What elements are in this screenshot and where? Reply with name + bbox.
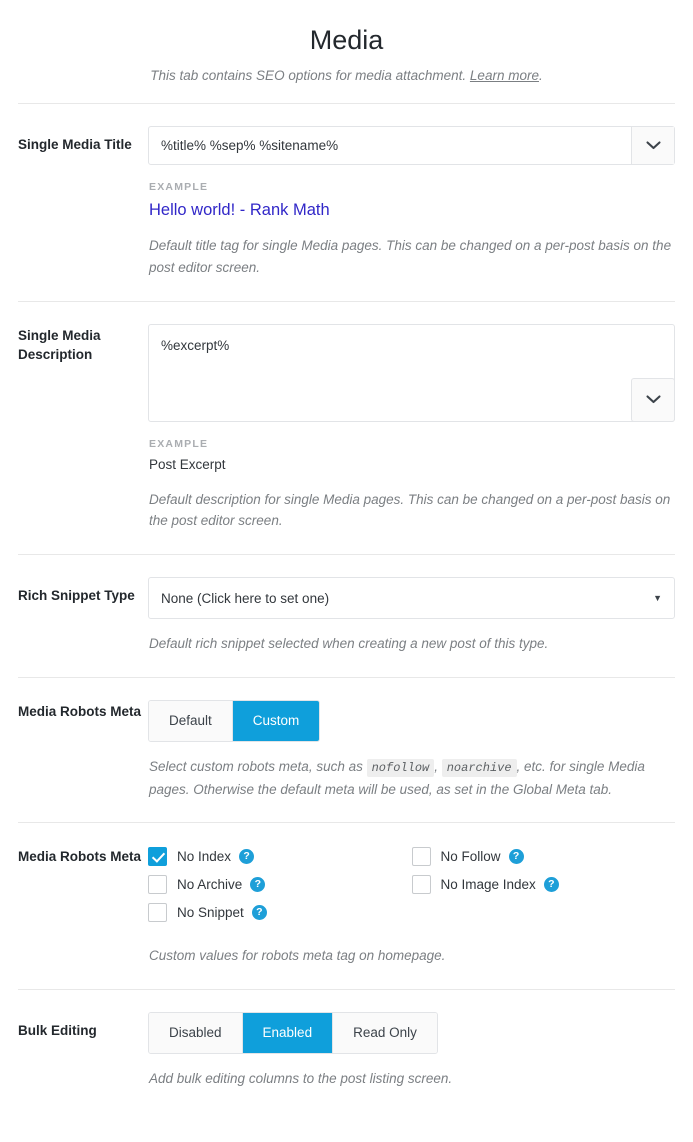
checkbox-column-right: No Follow ? No Image Index ? — [411, 847, 676, 931]
single-media-description-input-wrap: %excerpt% — [148, 323, 675, 422]
robots-meta-checkbox-grid: No Index ? No Archive ? No Snippet ? No … — [148, 845, 675, 931]
question-mark-icon[interactable]: ? — [251, 905, 267, 921]
page-description-suffix: . — [538, 68, 543, 84]
question-mark-icon[interactable]: ? — [508, 849, 524, 865]
rich-snippet-type-select[interactable]: None (Click here to set one) ▼ — [148, 577, 675, 620]
checkbox-label-no-index: No Index — [177, 849, 232, 865]
checkbox-label-no-follow: No Follow — [440, 849, 501, 865]
page-description-text: This tab contains SEO options for media … — [150, 68, 470, 84]
single-media-title-label: Single Media Title — [18, 136, 132, 152]
single-media-description-input[interactable]: %excerpt% — [149, 324, 674, 421]
toggle-option-enabled[interactable]: Enabled — [242, 1013, 334, 1054]
code-noarchive: noarchive — [441, 759, 517, 778]
checkbox-no-follow[interactable] — [411, 847, 431, 867]
checkbox-no-snippet[interactable] — [148, 903, 167, 923]
example-label: EXAMPLE — [149, 180, 209, 193]
question-mark-icon[interactable]: ? — [239, 849, 255, 865]
chevron-down-icon[interactable] — [631, 377, 675, 422]
bulk-editing-toggle-group: Disabled Enabled Read Only — [148, 1012, 438, 1055]
example-label: EXAMPLE — [149, 437, 209, 450]
media-robots-meta-checkboxes-field: No Index ? No Archive ? No Snippet ? No … — [148, 845, 675, 967]
checkbox-label-no-image-index: No Image Index — [440, 877, 536, 893]
toggle-option-custom[interactable]: Custom — [232, 701, 320, 742]
row-media-robots-meta-checkboxes: Media Robots Meta No Index ? No Archive … — [18, 822, 675, 989]
rich-snippet-type-value: None (Click here to set one) — [161, 590, 330, 606]
help-text-part-1: Select custom robots meta, such as — [149, 759, 367, 775]
checkbox-no-index[interactable] — [148, 847, 167, 867]
row-rich-snippet-type: Rich Snippet Type None (Click here to se… — [18, 554, 675, 677]
row-media-robots-meta-toggle: Media Robots Meta Default Custom Select … — [18, 677, 675, 822]
page-header: Media This tab contains SEO options for … — [0, 0, 693, 103]
code-nofollow: nofollow — [366, 759, 435, 778]
single-media-title-input-wrap — [148, 125, 675, 165]
single-media-description-help: Default description for single Media pag… — [149, 491, 671, 529]
checkbox-label-no-snippet: No Snippet — [177, 905, 244, 921]
page-description: This tab contains SEO options for media … — [18, 66, 675, 86]
media-robots-meta-toggle-help: Select custom robots meta, such as nofol… — [149, 756, 674, 800]
checkbox-item-no-image-index: No Image Index ? — [411, 875, 676, 895]
checkbox-item-no-index: No Index ? — [148, 847, 412, 867]
question-mark-icon[interactable]: ? — [250, 877, 266, 893]
chevron-down-icon: ▼ — [653, 592, 662, 603]
toggle-option-default[interactable]: Default — [149, 701, 233, 742]
single-media-title-help: Default title tag for single Media pages… — [149, 237, 672, 275]
rich-snippet-type-label: Rich Snippet Type — [18, 588, 135, 604]
checkbox-column-left: No Index ? No Archive ? No Snippet ? — [148, 847, 412, 931]
chevron-down-icon[interactable] — [631, 126, 674, 164]
bulk-editing-help: Add bulk editing columns to the post lis… — [149, 1071, 453, 1087]
single-media-title-input[interactable] — [149, 126, 631, 164]
media-settings-page: Media This tab contains SEO options for … — [0, 0, 693, 1142]
single-media-description-field: %excerpt% EXAMPLE Post Excerpt Default d… — [148, 323, 675, 533]
media-robots-meta-checkboxes-help: Custom values for robots meta tag on hom… — [149, 948, 446, 964]
question-mark-icon[interactable]: ? — [543, 877, 559, 893]
row-single-media-description: Single Media Description %excerpt% EXAMP… — [18, 300, 675, 555]
toggle-option-read-only[interactable]: Read Only — [333, 1013, 437, 1054]
checkbox-item-no-follow: No Follow ? — [411, 847, 676, 867]
media-robots-meta-toggle-group: Default Custom — [148, 700, 321, 743]
media-robots-meta-toggle-label: Media Robots Meta — [18, 704, 142, 720]
example-serp-title: Hello world! - Rank Math — [149, 200, 330, 219]
single-media-title-field: EXAMPLE Hello world! - Rank Math Default… — [148, 125, 675, 279]
single-media-description-label: Single Media Description — [18, 327, 101, 363]
checkbox-no-image-index[interactable] — [411, 875, 431, 895]
help-text-part-2: , — [434, 759, 442, 775]
checkbox-label-no-archive: No Archive — [177, 877, 243, 893]
checkbox-item-no-snippet: No Snippet ? — [148, 903, 412, 923]
example-serp-description: Post Excerpt — [149, 456, 226, 472]
row-bulk-editing: Bulk Editing Disabled Enabled Read Only … — [18, 989, 675, 1112]
media-robots-meta-toggle-field: Default Custom Select custom robots meta… — [148, 700, 675, 800]
rich-snippet-type-help: Default rich snippet selected when creat… — [149, 636, 549, 652]
rich-snippet-type-field: None (Click here to set one) ▼ Default r… — [148, 577, 675, 655]
toggle-option-disabled[interactable]: Disabled — [149, 1013, 243, 1054]
row-single-media-title: Single Media Title EXAMPLE Hello world! … — [18, 102, 675, 301]
page-title: Media — [309, 25, 384, 55]
learn-more-link[interactable]: Learn more — [470, 68, 539, 83]
checkbox-item-no-archive: No Archive ? — [148, 875, 412, 895]
checkbox-no-archive[interactable] — [148, 875, 167, 895]
bulk-editing-field: Disabled Enabled Read Only Add bulk edit… — [148, 1012, 675, 1090]
bulk-editing-label: Bulk Editing — [18, 1023, 97, 1039]
media-robots-meta-checkboxes-label: Media Robots Meta — [18, 849, 142, 865]
